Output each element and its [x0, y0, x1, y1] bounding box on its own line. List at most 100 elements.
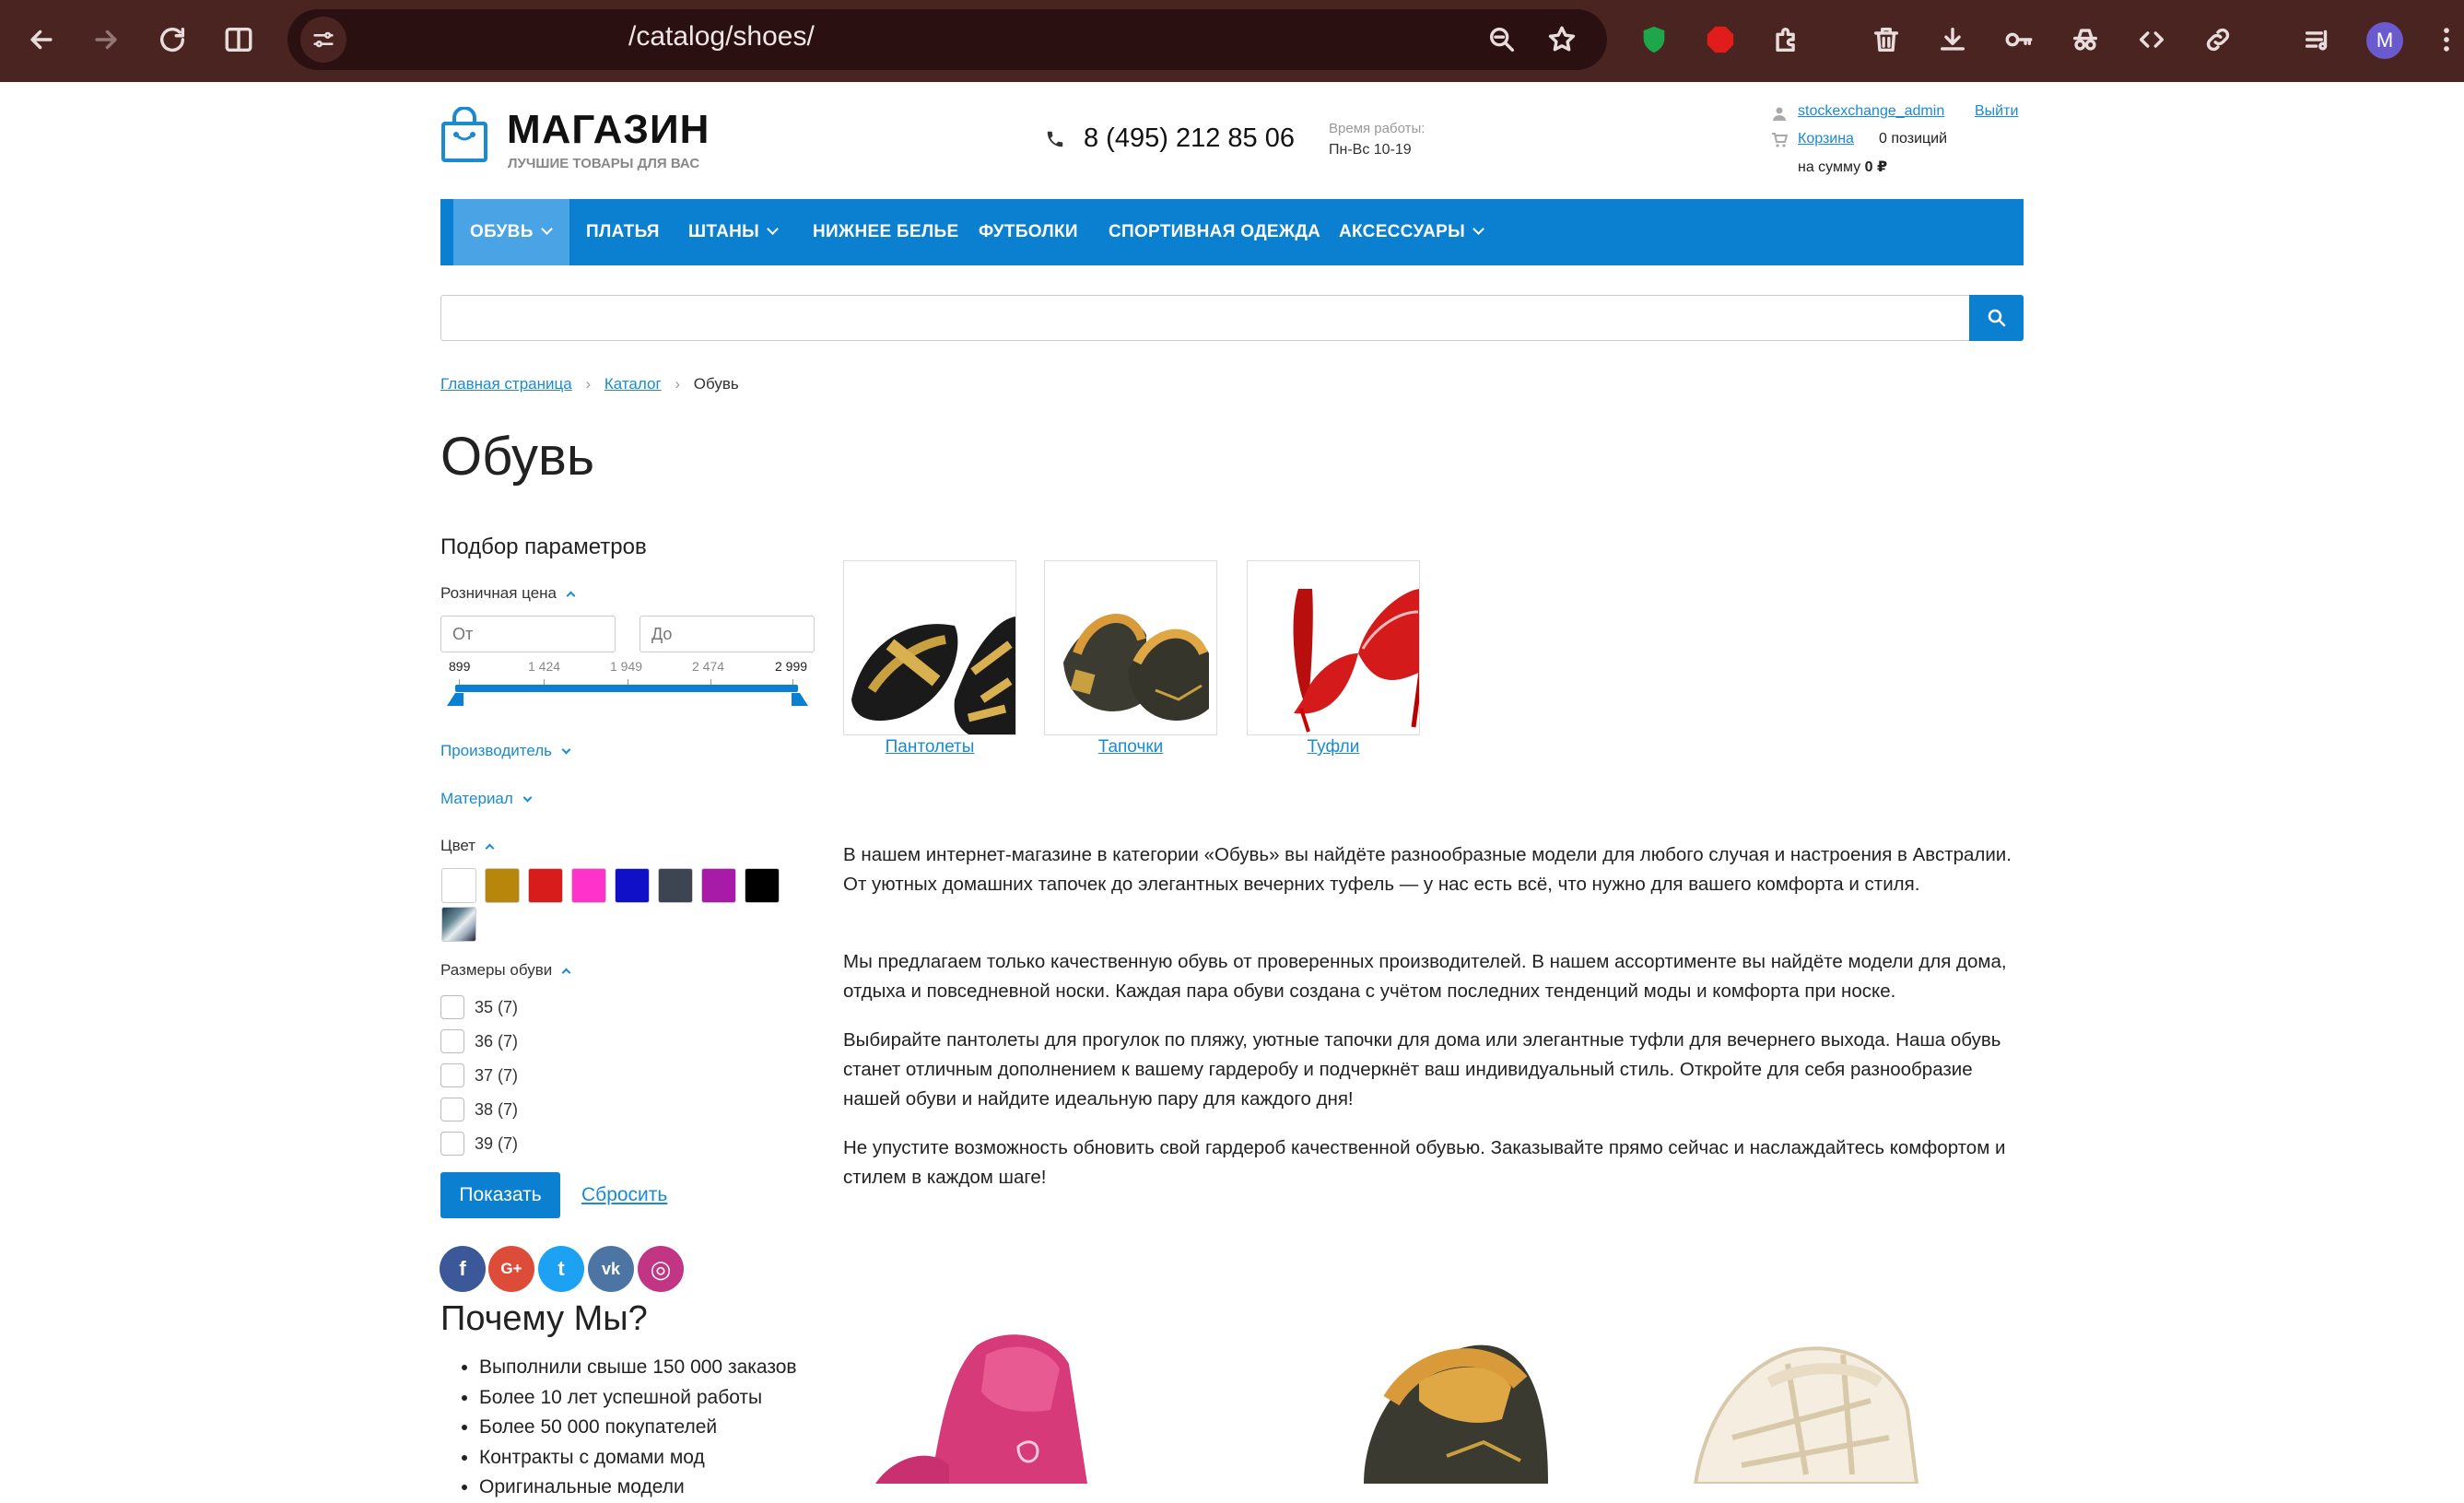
menu-kebab-icon[interactable]	[2423, 17, 2464, 63]
subcategory-link-tapochki[interactable]: Тапочки	[1044, 737, 1217, 757]
size-checkbox-39[interactable]	[440, 1132, 464, 1156]
link-icon[interactable]	[2195, 17, 2241, 63]
logo-title[interactable]: МАГАЗИН	[507, 107, 710, 153]
extensions-puzzle-icon[interactable]	[1764, 17, 1810, 63]
adguard-extension-icon[interactable]	[1631, 17, 1677, 63]
subcategory-link-pantolety[interactable]: Пантолеты	[843, 737, 1016, 757]
url-text: /catalog/shoes/	[628, 21, 815, 52]
password-key-icon[interactable]	[1996, 17, 2042, 63]
adblock-extension-icon[interactable]	[1697, 17, 1743, 63]
shopping-bag-logo-icon[interactable]	[440, 106, 488, 162]
product-image-white-sandals[interactable]	[1677, 1327, 1954, 1484]
reading-list-icon[interactable]	[2294, 17, 2341, 63]
price-filter-toggle[interactable]: Розничная цена	[440, 584, 576, 603]
logout-link[interactable]: Выйти	[1975, 103, 2018, 120]
description-paragraph: Мы предлагаем только качественную обувь …	[843, 951, 2007, 1002]
search-input[interactable]	[440, 295, 1970, 341]
nav-item-pants[interactable]: ШТАНЫ	[688, 199, 779, 265]
product-image-pink-slippers[interactable]	[875, 1327, 1170, 1484]
price-tick: 899	[449, 659, 471, 674]
color-swatch-blue[interactable]	[615, 868, 650, 903]
subcategory-link-tufli[interactable]: Туфли	[1247, 737, 1420, 757]
product-image-dark-slippers[interactable]	[1308, 1318, 1603, 1484]
price-slider-max-handle[interactable]	[792, 693, 808, 706]
size-option-label: 36 (7)	[475, 1032, 519, 1051]
size-checkbox-37[interactable]	[440, 1063, 464, 1087]
chevron-up-icon	[485, 843, 495, 853]
zoom-icon[interactable]	[1479, 17, 1525, 63]
subcategory-image-pantolety[interactable]	[843, 560, 1016, 735]
twitter-icon[interactable]: t	[538, 1246, 584, 1292]
price-tick: 1 949	[610, 659, 643, 674]
reset-filter-link[interactable]: Сбросить	[581, 1184, 667, 1206]
forward-icon[interactable]	[83, 17, 129, 63]
price-from-input[interactable]	[440, 616, 616, 652]
reload-icon[interactable]	[149, 17, 195, 63]
search-button[interactable]	[1969, 295, 2024, 341]
color-swatch-dark-gray[interactable]	[658, 868, 693, 903]
color-filter-toggle[interactable]: Цвет	[440, 837, 495, 855]
nav-item-accessories[interactable]: АКСЕССУАРЫ	[1339, 199, 1484, 265]
breadcrumb-catalog[interactable]: Каталог	[604, 375, 662, 393]
chevron-down-icon	[767, 223, 779, 235]
price-slider-min-handle[interactable]	[447, 693, 463, 706]
size-filter-toggle[interactable]: Размеры обуви	[440, 961, 571, 980]
manufacturer-filter-toggle[interactable]: Производитель	[440, 742, 571, 760]
google-plus-icon[interactable]: G+	[488, 1246, 534, 1292]
cart-link[interactable]: Корзина	[1798, 131, 1854, 147]
incognito-icon[interactable]	[2062, 17, 2108, 63]
show-results-button[interactable]: Показать	[440, 1172, 560, 1218]
address-bar[interactable]: /catalog/shoes/	[287, 9, 1607, 70]
trash-icon[interactable]	[1863, 17, 1909, 63]
why-us-item: Более 10 лет успешной работы	[479, 1383, 797, 1414]
material-filter-toggle[interactable]: Материал	[440, 790, 533, 808]
description-paragraph: В нашем интернет-магазине в категории «О…	[843, 844, 2012, 895]
color-swatch-white[interactable]	[441, 868, 476, 903]
nav-item-sportswear[interactable]: СПОРТИВНАЯ ОДЕЖДА	[1109, 199, 1320, 265]
nav-item-label: СПОРТИВНАЯ ОДЕЖДА	[1109, 222, 1321, 241]
back-icon[interactable]	[18, 17, 65, 63]
breadcrumb: Главная страница › Каталог › Обувь	[440, 375, 739, 393]
color-swatch-pink[interactable]	[571, 868, 606, 903]
site-settings-icon[interactable]	[300, 17, 346, 63]
nav-item-underwear[interactable]: НИЖНЕЕ БЕЛЬЕ	[813, 199, 959, 265]
color-swatch-pattern[interactable]	[441, 907, 476, 942]
cart-count: 0 позиций	[1879, 131, 1948, 147]
description-paragraph: Не упустите возможность обновить свой га…	[843, 1137, 2006, 1188]
price-tick: 2 474	[692, 659, 725, 674]
subcategory-image-tapochki[interactable]	[1044, 560, 1217, 735]
price-tick: 2 999	[775, 659, 808, 674]
search-icon	[1988, 309, 2005, 327]
user-profile-link[interactable]: stockexchange_admin	[1798, 103, 1944, 120]
color-swatch-black[interactable]	[745, 868, 780, 903]
nav-item-shoes[interactable]: ОБУВЬ	[453, 199, 569, 265]
profile-avatar[interactable]: M	[2366, 22, 2403, 59]
devtools-code-icon[interactable]	[2129, 17, 2175, 63]
size-option-label: 35 (7)	[475, 998, 519, 1016]
manufacturer-filter-label: Производитель	[440, 742, 553, 759]
size-option-label: 39 (7)	[475, 1134, 519, 1153]
price-slider-track[interactable]	[455, 685, 798, 692]
color-swatch-purple[interactable]	[701, 868, 736, 903]
breadcrumb-home[interactable]: Главная страница	[440, 375, 572, 393]
vk-icon[interactable]: vk	[588, 1246, 634, 1292]
size-checkbox-36[interactable]	[440, 1029, 464, 1053]
size-checkbox-35[interactable]	[440, 995, 464, 1019]
phone-number[interactable]: 8 (495) 212 85 06	[1084, 123, 1295, 154]
bookmark-star-icon[interactable]	[1539, 17, 1585, 63]
size-checkbox-38[interactable]	[440, 1098, 464, 1121]
split-view-icon[interactable]	[216, 17, 262, 63]
price-to-input[interactable]	[639, 616, 815, 652]
subcategory-image-tufli[interactable]	[1247, 560, 1420, 735]
nav-item-dresses[interactable]: ПЛАТЬЯ	[586, 199, 660, 265]
breadcrumb-separator-icon: ›	[585, 375, 592, 393]
color-swatch-mustard[interactable]	[485, 868, 520, 903]
facebook-icon[interactable]: f	[440, 1246, 486, 1292]
size-option-label: 37 (7)	[475, 1066, 519, 1085]
color-swatch-red[interactable]	[528, 868, 563, 903]
nav-item-tshirts[interactable]: ФУТБОЛКИ	[979, 199, 1078, 265]
download-icon[interactable]	[1930, 17, 1976, 63]
instagram-icon[interactable]: ◎	[638, 1246, 684, 1292]
nav-item-label: ШТАНЫ	[688, 222, 760, 241]
nav-item-label: АКСЕССУАРЫ	[1339, 222, 1466, 241]
